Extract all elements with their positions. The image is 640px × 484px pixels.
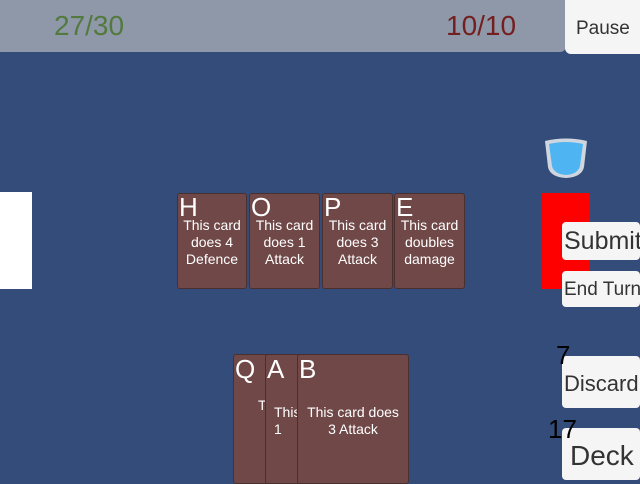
card-description: This card does 4 Defence [183,217,241,267]
top-status-bar: 27/30 10/10 [0,0,566,52]
player-health: 27/30 [54,10,125,41]
hand-card[interactable]: B This card does 3 Attack [297,354,409,484]
played-card[interactable]: E This card doubles damage [394,193,465,289]
discard-count: 7 [556,340,571,370]
shield-icon [545,138,587,178]
enemy-health: 10/10 [446,10,517,41]
card-description: This card does 1 Attack [255,217,314,267]
card-description: This card does 3 Attack [307,404,399,437]
discard-pile-button[interactable]: Discard [562,356,640,408]
card-description: This card doubles damage [400,217,459,267]
deck-count: 17 [548,414,577,444]
end-turn-button[interactable]: End Turn [562,271,640,307]
card-letter: A [267,354,285,384]
card-letter: B [299,354,317,384]
card-description: This card does 3 Attack [328,217,387,267]
played-card[interactable]: H This card does 4 Defence [177,193,247,289]
pause-button[interactable]: Pause [565,0,640,54]
card-letter: Q [235,354,256,384]
submit-button[interactable]: Submit [562,222,640,260]
played-card[interactable]: P This card does 3 Attack [322,193,393,289]
player-character [0,192,32,289]
played-card[interactable]: O This card does 1 Attack [249,193,320,289]
